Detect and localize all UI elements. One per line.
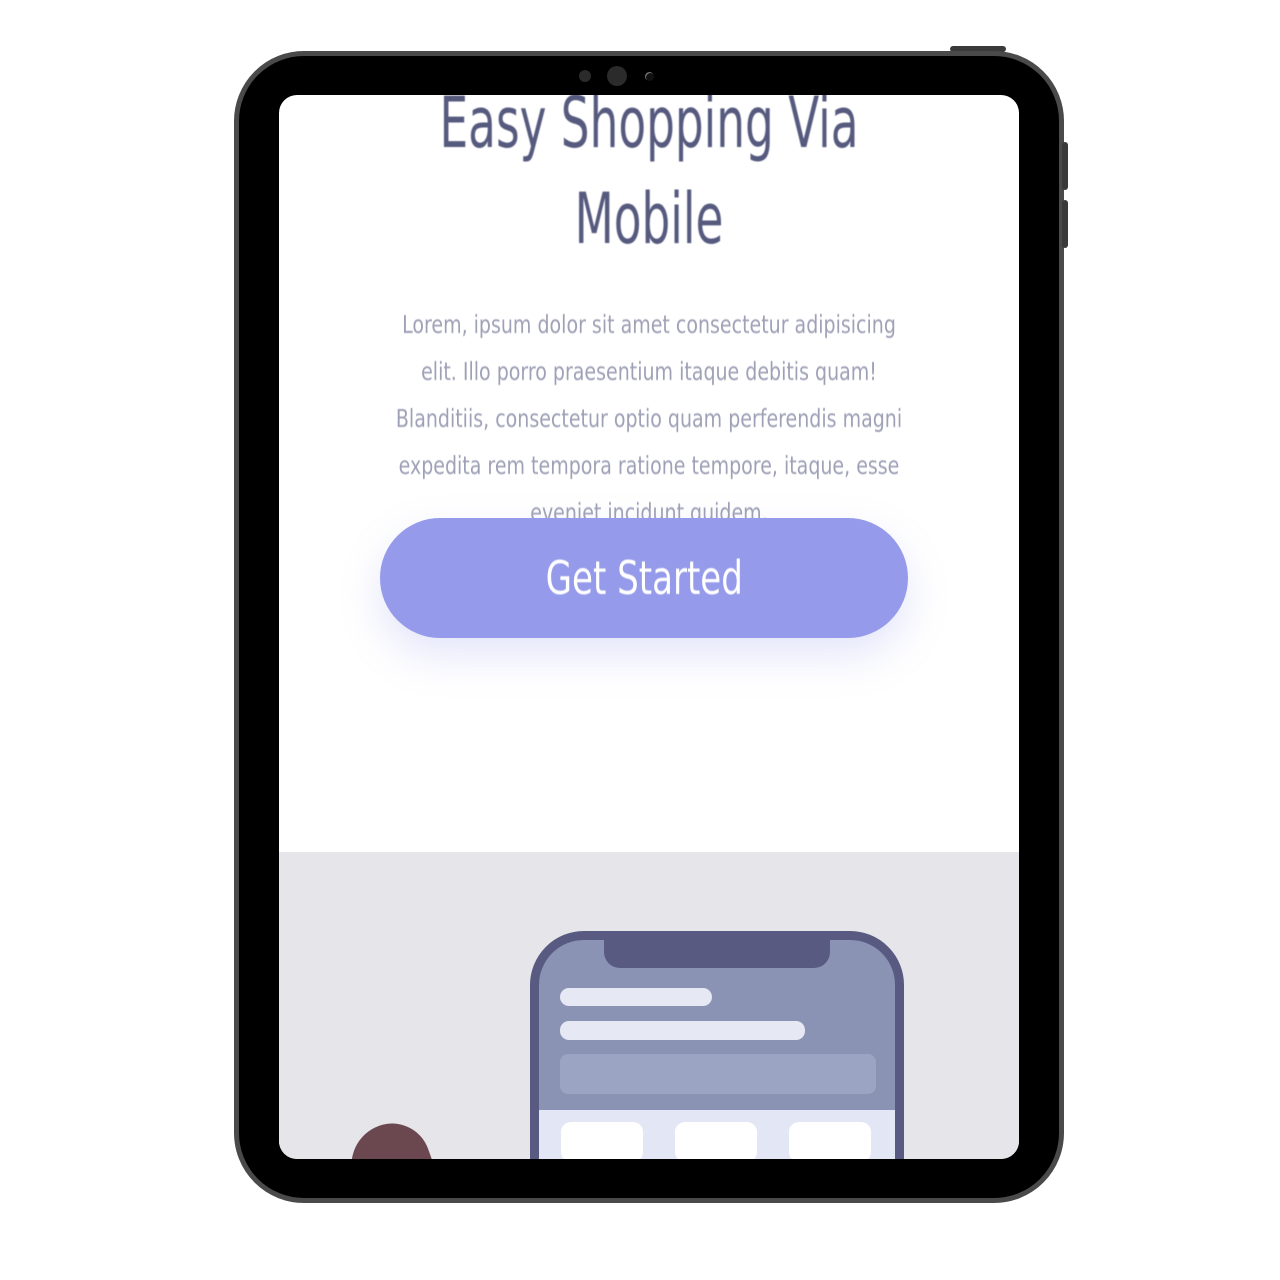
phone-placeholder-bar (560, 1021, 805, 1040)
hero-illustration (279, 852, 1019, 1159)
hero-title-line1: Easy Shopping Via (439, 95, 859, 164)
get-started-button[interactable]: Get Started (380, 518, 908, 638)
camera-lens (645, 72, 654, 81)
hero-title: Easy Shopping Via Mobile (383, 95, 916, 267)
phone-notch (604, 940, 830, 968)
phone-placeholder-card (675, 1122, 757, 1159)
hero-description: Lorem, ipsum dolor sit amet consectetur … (395, 310, 903, 527)
phone-placeholder-card (789, 1122, 871, 1159)
sensor-dot (579, 70, 591, 82)
phone-placeholder-bar (560, 988, 712, 1006)
phone-placeholder-card (561, 1122, 643, 1159)
front-camera (607, 66, 627, 86)
volume-down-button (1062, 200, 1068, 248)
smartphone-illustration-icon (530, 931, 904, 1159)
tablet-screen: Easy Shopping Via Mobile Lorem, ipsum do… (279, 95, 1019, 1159)
get-started-label: Get Started (545, 551, 743, 605)
volume-up-button (1062, 142, 1068, 190)
phone-placeholder-panel (560, 1054, 876, 1094)
phone-content-area (539, 1110, 895, 1159)
hand-illustration-icon (339, 1112, 443, 1159)
hero-title-line2: Mobile (574, 178, 724, 260)
